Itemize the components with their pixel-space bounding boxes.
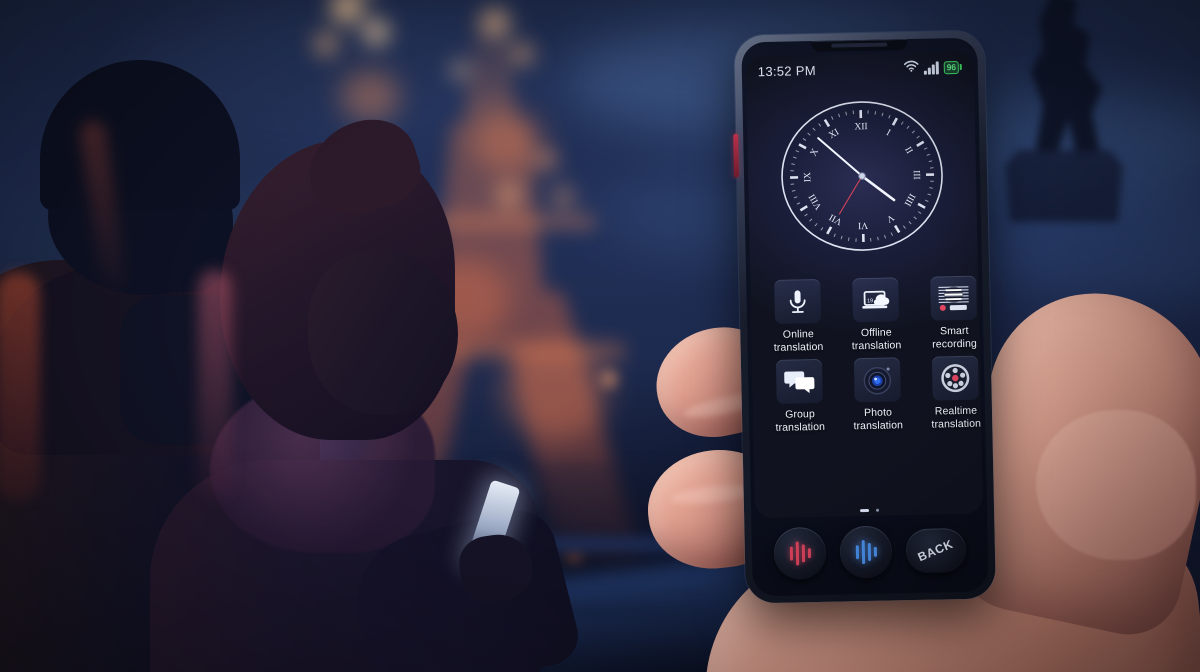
app-online-translation[interactable]: Online translation [758,278,838,355]
man-rim-light [0,272,40,502]
analog-clock: XII I II III IIII V VI VII VIII IX X XI [776,90,947,261]
status-indicators: 96 [903,58,962,77]
film-reel-icon [931,355,979,401]
bokeh-light [480,8,510,38]
svg-text:II: II [902,145,914,156]
bokeh-light [330,0,364,24]
svg-text:IX: IX [803,172,813,182]
statue-pedestal [1005,150,1123,222]
clock-widget[interactable]: XII I II III IIII V VI VII VIII IX X XI [746,90,977,263]
bokeh-light [450,60,470,80]
microphone-icon [774,278,822,324]
svg-text:X: X [809,147,821,158]
svg-text:VI: VI [858,220,868,230]
speech-bubbles-icon [775,358,823,404]
app-label-line2: translation [773,340,824,354]
app-label-line1: Offline [860,326,892,340]
app-label-line1: Group [785,408,815,421]
woman-face [308,250,458,415]
statue-figure [1030,0,1103,160]
record-red-button[interactable] [773,526,827,580]
app-label-line2: translation [851,338,902,352]
statue [992,0,1142,222]
app-label: Offline translation [837,326,916,353]
svg-text:VIII: VIII [807,192,824,211]
app-label-line1: Smart [939,324,969,338]
bokeh-light [362,18,390,46]
woman-silhouette [150,107,590,672]
app-label: Online translation [759,328,838,355]
knuckle [1036,410,1196,560]
svg-text:XI: XI [827,127,841,141]
app-photo-translation[interactable]: Photo translation [838,357,918,433]
device-screen: 13:52 PM 96 XII I II III IIII V VI VII V… [745,51,984,519]
signal-bars-icon [923,60,939,75]
app-label: Realtime translation [917,404,983,431]
waveform-red-icon [789,540,811,566]
power-side-button[interactable] [733,133,740,178]
app-label: Group translation [761,408,840,435]
app-label-line1: Photo [863,406,893,420]
app-label-line2: translation [853,418,904,432]
app-smart-recording[interactable]: Smart recording [914,275,983,351]
svg-text:19: 19 [867,298,873,304]
battery-level: 96 [946,62,956,73]
app-label: Smart recording [915,324,983,351]
status-bar: 13:52 PM 96 [746,52,975,87]
translator-device[interactable]: 13:52 PM 96 XII I II III IIII V VI VII V… [733,30,996,604]
battery-icon: 96 [943,60,962,74]
woman-rim-light [198,270,232,500]
app-label-line2: recording [932,337,978,351]
svg-text:I: I [884,128,892,138]
device-body: 13:52 PM 96 XII I II III IIII V VI VII V… [741,37,989,597]
bokeh-light [510,42,534,66]
app-label-line2: translation [931,417,982,431]
analog-clock-face: XIIIIIIIIIIIIVVIVIIVIIIIXXXI [781,101,943,251]
app-label-line2: translation [775,420,826,434]
app-label: Photo translation [839,406,918,433]
wifi-icon [903,59,919,77]
app-label-line1: Realtime [934,404,978,418]
recorder-icon [930,275,978,321]
scene-root: 13:52 PM 96 XII I II III IIII V VI VII V… [0,0,1200,672]
page-indicator[interactable] [755,507,983,515]
app-group-translation[interactable]: Group translation [760,358,840,435]
camera-lens-icon [853,357,901,403]
hardware-button-row: BACK [751,513,988,590]
app-realtime-translation[interactable]: Realtime translation [916,355,983,431]
page-dot[interactable] [875,508,879,512]
svg-text:III: III [911,170,921,180]
status-time: 13:52 PM [757,62,817,79]
page-dot-active[interactable] [859,509,869,512]
record-blue-button[interactable] [839,525,893,579]
bokeh-light [340,70,400,122]
waveform-blue-icon [855,539,877,565]
app-grid: Online translation 19 Offline translatio… [750,275,983,435]
laptop-cloud-icon: 19 [852,277,900,323]
svg-text:VII: VII [828,211,844,226]
svg-text:V: V [884,212,895,224]
svg-text:IIII: IIII [902,191,917,207]
svg-text:XII: XII [854,122,867,132]
app-offline-translation[interactable]: 19 Offline translation [836,277,916,353]
back-button-label: BACK [916,536,956,565]
bokeh-light [314,32,338,56]
app-label-line1: Online [782,328,814,341]
back-button[interactable]: BACK [905,527,967,574]
